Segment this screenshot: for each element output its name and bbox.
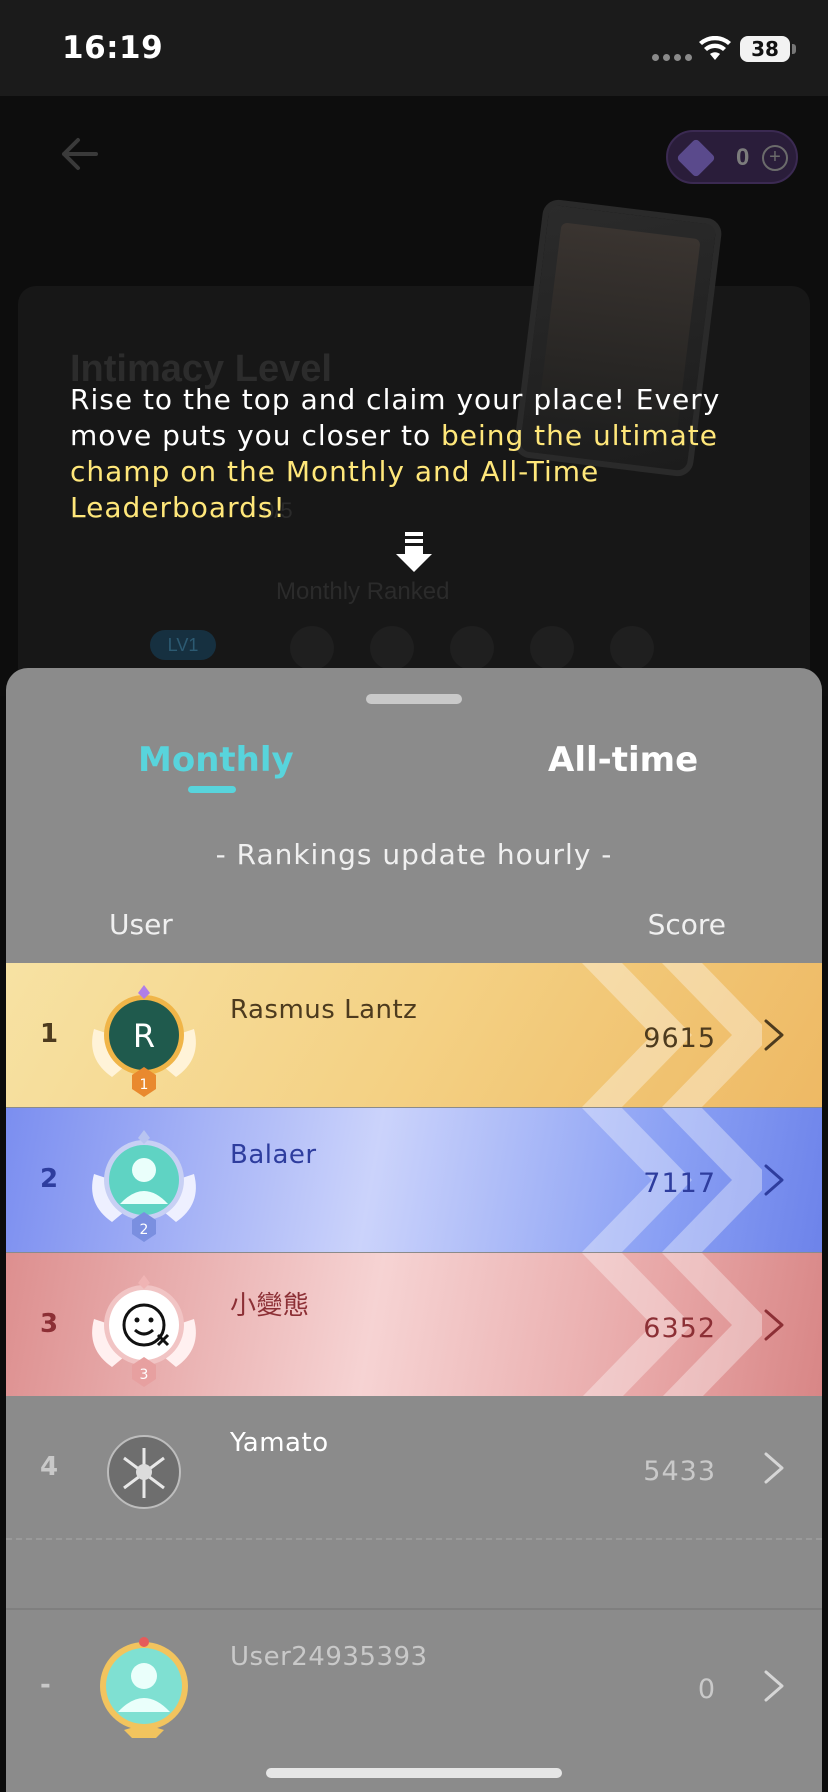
level-badge: LV1 [150, 630, 216, 660]
svg-text:R: R [133, 1017, 155, 1055]
user-name: Rasmus Lantz [230, 995, 418, 1025]
plus-icon[interactable]: + [762, 145, 788, 171]
leaderboard-row[interactable]: 1 R 1 Rasmus Lantz 9615 [6, 963, 822, 1107]
gem-balance[interactable]: 0 + [666, 130, 798, 184]
user-score: 5433 [643, 1456, 716, 1487]
update-notice: - Rankings update hourly - [215, 838, 613, 871]
status-bar: 16:19 38 [0, 0, 828, 96]
avatar[interactable] [84, 1412, 204, 1532]
user-score: 0 [697, 1674, 716, 1705]
ranked-avatar [450, 626, 494, 670]
battery-tip [792, 44, 796, 54]
tab-monthly[interactable]: Monthly [138, 740, 294, 780]
leaderboard-row[interactable]: 2 2 Balaer 7117 [6, 1108, 822, 1252]
sheet-handle[interactable] [366, 694, 462, 704]
column-header-score: Score [647, 908, 726, 941]
battery-icon: 38 [740, 36, 790, 62]
ranked-avatar [530, 626, 574, 670]
svg-text:1: 1 [140, 1077, 149, 1093]
avatar[interactable]: 2 [84, 1124, 204, 1244]
chevron-right-icon[interactable] [762, 1017, 786, 1053]
user-name: 小變態 [230, 1291, 310, 1321]
user-name: Balaer [230, 1140, 317, 1170]
cellular-signal-icon [652, 54, 692, 61]
svg-text:2: 2 [140, 1222, 149, 1238]
chevron-right-icon[interactable] [762, 1450, 786, 1486]
rank-number: 3 [40, 1309, 59, 1339]
monthly-ranked-label: Monthly Ranked [276, 578, 450, 605]
gem-count: 0 [736, 144, 750, 171]
status-time: 16:19 [62, 30, 164, 66]
tab-active-indicator [188, 786, 236, 793]
avatar[interactable] [84, 1628, 204, 1748]
svg-text:3: 3 [140, 1367, 149, 1383]
self-rank-row[interactable]: - User24935393 0 [6, 1608, 822, 1758]
ranked-avatar [370, 626, 414, 670]
user-name: Yamato [230, 1428, 329, 1458]
gem-icon [676, 138, 716, 178]
column-header-user: User [109, 908, 173, 941]
back-arrow-icon[interactable] [58, 136, 98, 172]
ranked-avatar [290, 626, 334, 670]
chevron-right-icon[interactable] [762, 1668, 786, 1704]
chevron-right-icon[interactable] [762, 1307, 786, 1343]
leaderboard-sheet: Monthly All-time - Rankings update hourl… [6, 668, 822, 1792]
leaderboard-row[interactable]: 3 3 小變態 6352 [6, 1253, 822, 1397]
rank-number: 1 [40, 1019, 59, 1049]
user-score: 6352 [643, 1313, 716, 1344]
user-name: User24935393 [230, 1642, 428, 1672]
leaderboard-tip: Rise to the top and claim your place! Ev… [70, 382, 750, 526]
avatar[interactable]: 3 [84, 1269, 204, 1389]
rank-number: 2 [40, 1164, 59, 1194]
leaderboard-row[interactable]: 4 Yamato 5433 [6, 1396, 822, 1540]
chevron-right-icon[interactable] [762, 1162, 786, 1198]
avatar[interactable]: R 1 [84, 979, 204, 1099]
ranked-avatar [610, 626, 654, 670]
rank-number: 4 [40, 1452, 59, 1482]
home-indicator[interactable] [266, 1768, 562, 1778]
user-score: 9615 [643, 1023, 716, 1054]
user-score: 7117 [643, 1168, 716, 1199]
rank-number: - [40, 1670, 51, 1700]
wifi-icon [699, 36, 731, 60]
down-arrow-icon [396, 532, 432, 572]
tab-all-time[interactable]: All-time [548, 740, 698, 780]
